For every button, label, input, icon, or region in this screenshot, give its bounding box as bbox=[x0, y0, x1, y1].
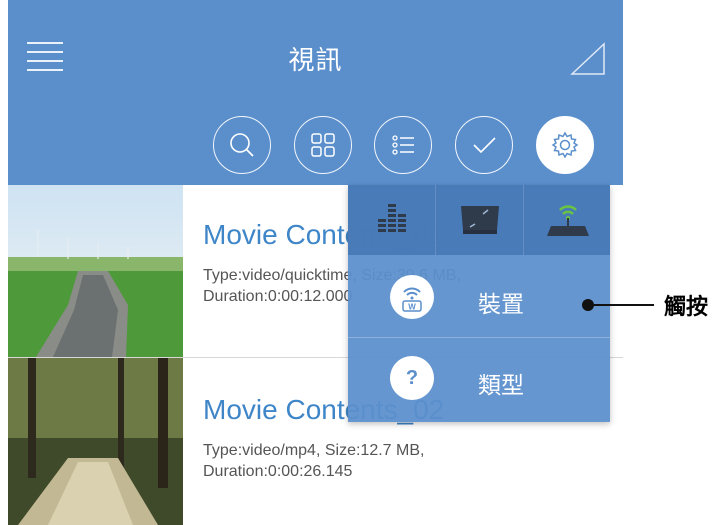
equalizer-tab[interactable] bbox=[348, 185, 435, 255]
callout-line bbox=[590, 304, 654, 306]
video-thumbnail bbox=[8, 185, 183, 357]
grid-view-icon bbox=[311, 133, 335, 157]
select-button[interactable] bbox=[455, 116, 513, 174]
wifi-router-icon bbox=[546, 205, 589, 236]
triangle-outline-icon bbox=[570, 42, 606, 76]
callout-label: 觸按 bbox=[664, 295, 709, 320]
wifi-router-tab[interactable] bbox=[524, 185, 611, 255]
list-view-icon bbox=[392, 135, 414, 155]
svg-text:W: W bbox=[408, 303, 416, 312]
dropdown-option-label: 類型 bbox=[478, 373, 524, 399]
item-meta: Type:video/mp4, Size:12.7 MB, Duration:0… bbox=[203, 442, 425, 480]
dropdown-option-type[interactable]: ? 類型 bbox=[348, 340, 610, 420]
screen-mirror-tab[interactable] bbox=[436, 185, 523, 255]
settings-dropdown: W 裝置 ? 類型 bbox=[348, 185, 610, 422]
settings-gear-icon bbox=[551, 131, 579, 159]
list-view-button[interactable] bbox=[374, 116, 432, 174]
top-bar: 視訊 bbox=[8, 0, 623, 185]
app-screen: 視訊 Movie Contents_01 Type:video/quicktim… bbox=[8, 0, 623, 525]
equalizer-icon bbox=[377, 204, 406, 232]
dropdown-option-device[interactable]: W 裝置 bbox=[348, 257, 610, 337]
page-title: 視訊 bbox=[288, 46, 343, 76]
question-icon: ? bbox=[390, 356, 434, 400]
wifi-device-icon: W bbox=[390, 275, 434, 319]
video-thumbnail bbox=[8, 358, 183, 525]
search-button[interactable] bbox=[213, 116, 271, 174]
settings-button[interactable] bbox=[536, 116, 594, 174]
grid-view-button[interactable] bbox=[294, 116, 352, 174]
checkmark-icon bbox=[473, 137, 496, 154]
divider bbox=[348, 337, 610, 338]
dropdown-tab-bar bbox=[348, 185, 610, 255]
dropdown-option-label: 裝置 bbox=[478, 292, 524, 318]
search-icon bbox=[230, 133, 254, 157]
screen-mirror-icon bbox=[460, 206, 499, 234]
